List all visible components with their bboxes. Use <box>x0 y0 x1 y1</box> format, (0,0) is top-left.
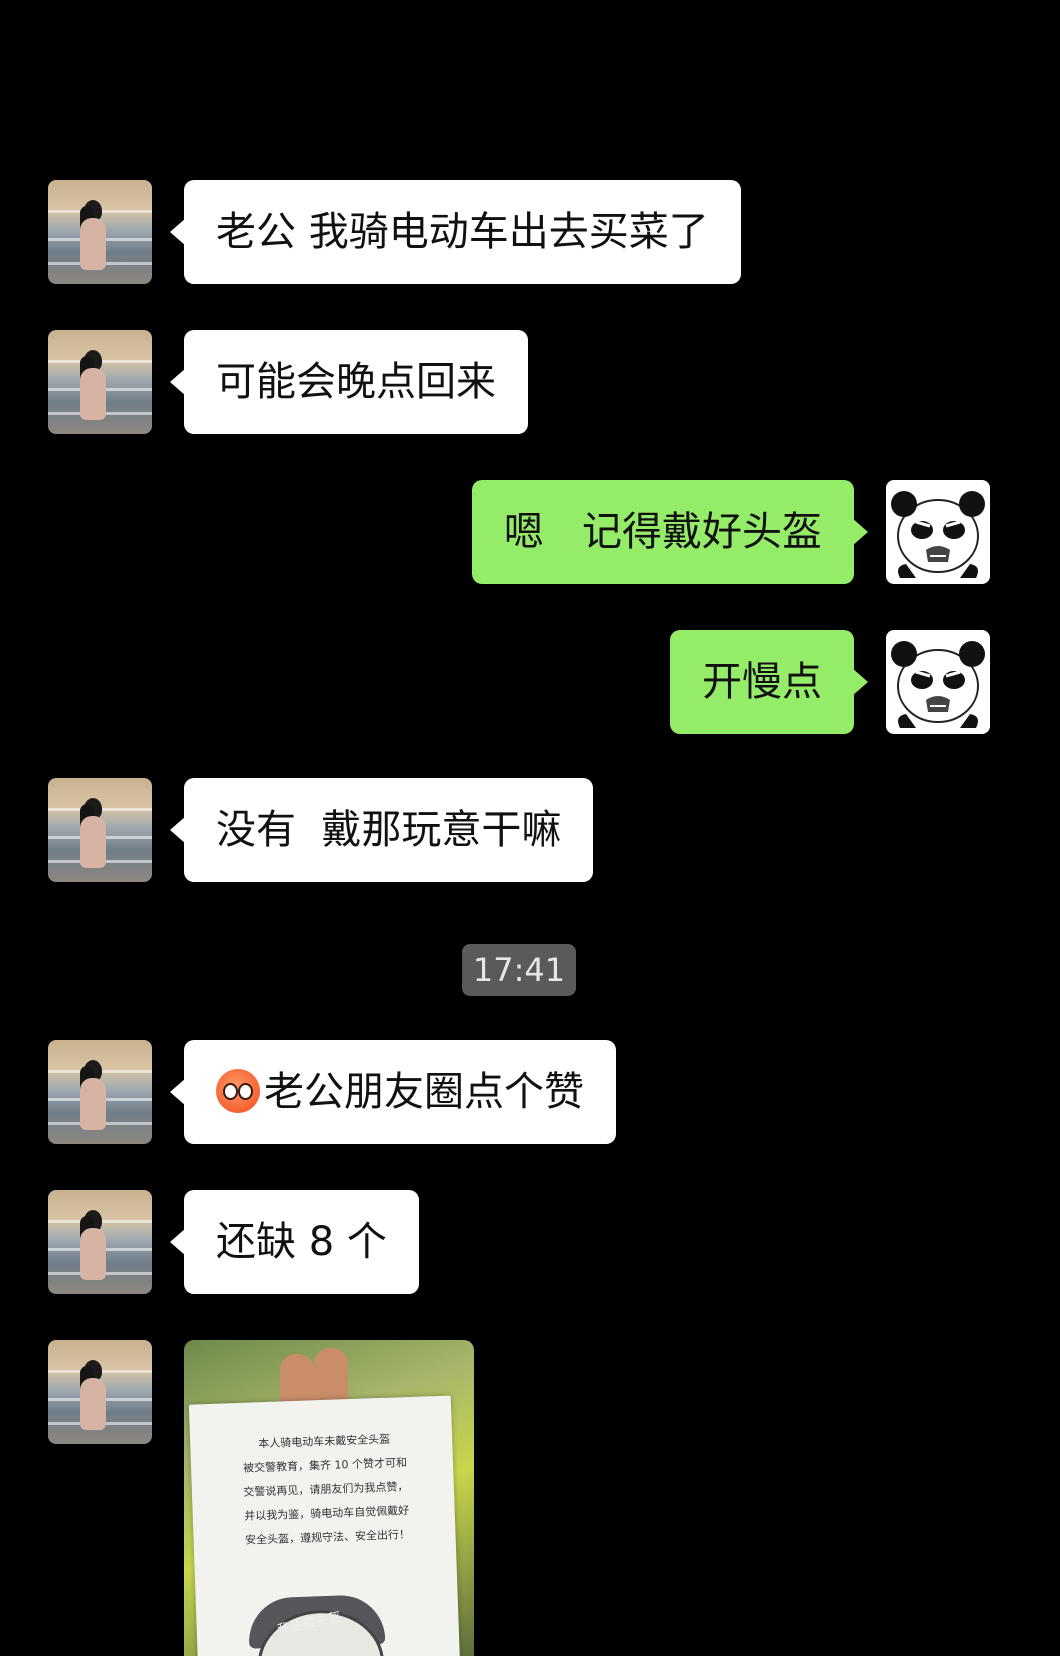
chat-timestamp: 17:41 <box>462 944 576 996</box>
panda-face-icon <box>891 641 985 728</box>
contact-avatar[interactable] <box>48 1340 152 1444</box>
message-text: 老公朋友圈点个赞 <box>264 1069 584 1115</box>
notice-text: 本人骑电动车未戴安全头盔 被交警教育，集齐 10 个赞才可和 交警说再见，请朋友… <box>242 1432 411 1547</box>
message-bubble-incoming[interactable]: 可能会晚点回来 <box>170 330 528 434</box>
message-text: 老公 我骑电动车出去买菜了 <box>216 209 709 255</box>
message-text: 开慢点 <box>702 659 822 705</box>
message-bubble-outgoing[interactable]: 嗯 记得戴好头盔 <box>471 480 869 584</box>
message-text: 还缺 8 个 <box>216 1219 387 1265</box>
notice-paper: 本人骑电动车未戴安全头盔 被交警教育，集齐 10 个赞才可和 交警说再见，请朋友… <box>188 1395 462 1656</box>
flushed-face-emoji-icon <box>216 1069 260 1113</box>
message-bubble-incoming[interactable]: 还缺 8 个 <box>170 1190 419 1294</box>
panda-meme-avatar[interactable] <box>886 630 990 734</box>
contact-avatar[interactable] <box>48 778 152 882</box>
message-bubble-incoming[interactable]: 没有 戴那玩意干嘛 <box>169 778 594 882</box>
message-bubble-outgoing[interactable]: 开慢点 <box>670 630 868 734</box>
message-text: 没有 戴那玩意干嘛 <box>216 807 562 853</box>
image-message[interactable]: 本人骑电动车未戴安全头盔 被交警教育，集齐 10 个赞才可和 交警说再见，请朋友… <box>184 1340 474 1656</box>
contact-avatar[interactable] <box>48 180 152 284</box>
contact-avatar[interactable] <box>48 1190 152 1294</box>
panda-face-icon <box>891 491 985 578</box>
message-text: 嗯 记得戴好头盔 <box>503 509 822 555</box>
message-bubble-incoming[interactable]: 老公 我骑电动车出去买菜了 <box>170 180 741 284</box>
contact-avatar[interactable] <box>48 1040 152 1144</box>
message-text: 可能会晚点回来 <box>216 359 496 405</box>
contact-avatar[interactable] <box>48 330 152 434</box>
panda-meme-avatar[interactable] <box>886 480 990 584</box>
message-bubble-incoming[interactable]: 老公朋友圈点个赞 <box>170 1040 616 1144</box>
